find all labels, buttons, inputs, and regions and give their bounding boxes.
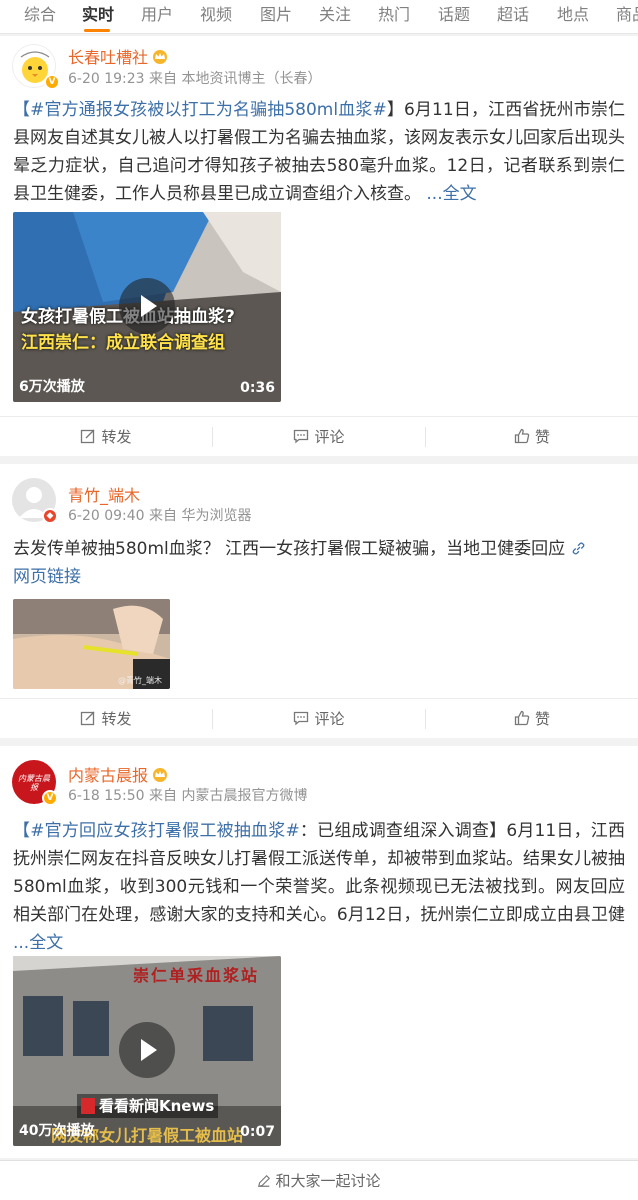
post-username[interactable]: 青竹_端木 bbox=[68, 482, 140, 506]
tab-video[interactable]: 视频 bbox=[200, 0, 232, 33]
post-actions: 转发 评论 赞 bbox=[0, 416, 638, 456]
video-play-count: 6万次播放 bbox=[19, 379, 85, 395]
tab-users[interactable]: 用户 bbox=[141, 0, 173, 33]
knews-logo-icon bbox=[81, 1098, 95, 1114]
verified-badge-icon: V bbox=[42, 790, 58, 806]
repost-label: 转发 bbox=[101, 710, 132, 728]
repost-icon bbox=[81, 429, 95, 444]
video-duration: 0:36 bbox=[240, 380, 275, 396]
repost-button[interactable]: 转发 bbox=[0, 699, 212, 739]
video-duration: 0:07 bbox=[240, 1124, 275, 1140]
post-username[interactable]: 内蒙古晨报 bbox=[68, 762, 168, 786]
discuss-label[interactable]: 和大家一起讨论 bbox=[275, 1172, 380, 1190]
comment-button[interactable]: 评论 bbox=[213, 417, 425, 457]
post-image[interactable]: @青竹_端木 bbox=[13, 599, 170, 689]
thumbs-up-icon bbox=[514, 428, 530, 444]
repost-icon bbox=[81, 711, 95, 726]
post-text: 去发传单被抽580ml血浆？ 江西一女孩打暑假工疑被骗，当地卫健委回应 网页链接 bbox=[13, 535, 625, 591]
tab-follow[interactable]: 关注 bbox=[319, 0, 351, 33]
tab-supertopic[interactable]: 超话 bbox=[497, 0, 529, 33]
pencil-icon bbox=[258, 1174, 271, 1188]
tab-images[interactable]: 图片 bbox=[260, 0, 292, 33]
video-play-count: 40万次播放 bbox=[19, 1123, 95, 1139]
post-text: 【#官方通报女孩被以打工为名骗抽580ml血浆#】6月11日，江西省抚州市崇仁县… bbox=[13, 96, 625, 208]
play-icon[interactable] bbox=[119, 1022, 175, 1078]
post-card: V 长春吐槽社 6-20 19:23 来自 本地资讯博主（长春） 【#官方通报女… bbox=[0, 36, 638, 456]
thumbs-up-icon bbox=[514, 710, 530, 726]
news-logo: 看看新闻Knews bbox=[77, 1094, 219, 1118]
verified-badge-icon: V bbox=[44, 74, 60, 90]
discuss-bar[interactable]: 和大家一起讨论 bbox=[0, 1160, 638, 1200]
topic-hashtag[interactable]: 【#官方通报女孩被以打工为名骗抽580ml血浆# bbox=[13, 100, 387, 120]
comment-label: 评论 bbox=[314, 710, 345, 728]
read-more-link[interactable]: ...全文 bbox=[426, 184, 476, 204]
user-badge-icon: ◆ bbox=[42, 508, 58, 524]
repost-button[interactable]: 转发 bbox=[0, 417, 212, 457]
read-more-link[interactable]: ...全文 bbox=[13, 933, 63, 953]
post-meta: 6-20 19:23 来自 本地资讯博主（长春） bbox=[68, 68, 321, 88]
member-crown-icon bbox=[153, 768, 168, 782]
post-text: 【#官方回应女孩打暑假工被抽血浆#：已组成调查组深入调查】6月11日，江西抚州崇… bbox=[13, 817, 625, 957]
post-body: 去发传单被抽580ml血浆？ 江西一女孩打暑假工疑被骗，当地卫健委回应 bbox=[13, 539, 566, 559]
tab-hot[interactable]: 热门 bbox=[378, 0, 410, 33]
comment-icon bbox=[294, 429, 309, 444]
active-tab-indicator bbox=[84, 29, 110, 32]
post-card: 内蒙古晨报 V 内蒙古晨报 6-18 15:50 来自 内蒙古晨报官方微博 【#… bbox=[0, 746, 638, 1158]
search-tab-bar: 综合 实时 用户 视频 图片 关注 热门 话题 超话 地点 商品 bbox=[0, 0, 638, 34]
like-button[interactable]: 赞 bbox=[426, 699, 638, 739]
tab-goods[interactable]: 商品 bbox=[616, 0, 638, 33]
post-source: 来自 内蒙古晨报官方微博 bbox=[149, 788, 308, 804]
like-label: 赞 bbox=[534, 428, 550, 446]
post-time: 6-20 09:40 bbox=[68, 508, 145, 524]
comment-icon bbox=[294, 711, 309, 726]
post-source: 来自 本地资讯博主（长春） bbox=[149, 71, 322, 87]
video-thumbnail[interactable]: 女孩打暑假工被血站抽血浆? 江西崇仁：成立联合调查组 6万次播放 0:36 bbox=[13, 212, 281, 402]
post-time: 6-18 15:50 bbox=[68, 788, 145, 804]
tab-comprehensive[interactable]: 综合 bbox=[24, 0, 56, 33]
play-icon[interactable] bbox=[119, 278, 175, 334]
building-sign: 崇仁单采血浆站 bbox=[133, 966, 260, 985]
post-source: 来自 华为浏览器 bbox=[149, 508, 252, 524]
tab-topics[interactable]: 话题 bbox=[438, 0, 470, 33]
video-thumbnail[interactable]: 崇仁单采血浆站 看看新闻Knews 网友称女儿打暑假工被血站 40万次播放 0:… bbox=[13, 956, 281, 1146]
username-text[interactable]: 长春吐槽社 bbox=[68, 48, 148, 67]
post-meta: 6-18 15:50 来自 内蒙古晨报官方微博 bbox=[68, 785, 307, 805]
topic-hashtag[interactable]: 【#官方回应女孩打暑假工被抽血浆# bbox=[13, 821, 300, 841]
web-link[interactable]: 网页链接 bbox=[13, 567, 81, 587]
comment-label: 评论 bbox=[314, 428, 345, 446]
tab-location[interactable]: 地点 bbox=[557, 0, 589, 33]
news-logo-text: 看看新闻Knews bbox=[99, 1097, 215, 1115]
post-username[interactable]: 长春吐槽社 bbox=[68, 44, 168, 68]
post-time: 6-20 19:23 bbox=[68, 71, 145, 87]
post-meta: 6-20 09:40 来自 华为浏览器 bbox=[68, 505, 251, 525]
video-caption-line2: 江西崇仁：成立联合调查组 bbox=[21, 333, 225, 353]
like-label: 赞 bbox=[534, 710, 550, 728]
like-button[interactable]: 赞 bbox=[426, 417, 638, 457]
comment-button[interactable]: 评论 bbox=[213, 699, 425, 739]
image-watermark: @青竹_端木 bbox=[118, 676, 162, 685]
username-text[interactable]: 内蒙古晨报 bbox=[68, 766, 148, 785]
member-crown-icon bbox=[153, 50, 168, 64]
post-actions: 转发 评论 赞 bbox=[0, 698, 638, 738]
link-icon bbox=[572, 542, 584, 555]
post-card: ◆ 青竹_端木 6-20 09:40 来自 华为浏览器 去发传单被抽580ml血… bbox=[0, 464, 638, 738]
repost-label: 转发 bbox=[101, 428, 132, 446]
